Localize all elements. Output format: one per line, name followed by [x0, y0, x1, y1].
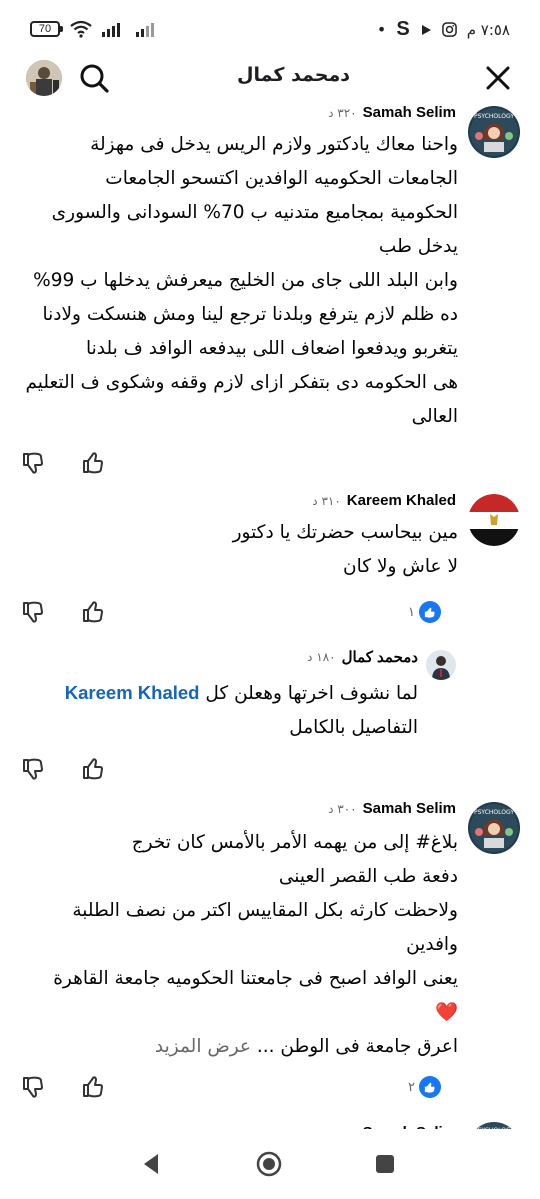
comment-line: الحكومية بمجاميع متدنيه ب 70% السودانى و… [51, 202, 458, 223]
s-icon: S [396, 18, 410, 40]
battery-icon: 70 [30, 21, 63, 37]
like-reaction-icon [418, 1076, 441, 1098]
comment-time: ٣٢٠ د [328, 105, 357, 120]
comment-line: ده ظلم لازم يترفع وبلدنا ترجع لينا ومش ه… [42, 304, 458, 325]
close-icon[interactable] [482, 62, 514, 94]
comment-line: اعرق جامعة فى الوطن ... عرض المزيد [53, 1030, 458, 1064]
back-icon[interactable] [136, 1149, 166, 1179]
reaction-count: ١ [408, 604, 415, 620]
comment-line: لما نشوف اخرتها وهعلن كل Kareem Khaled [65, 676, 418, 711]
comment-reply: دمحمد كمال ١٨٠ د لما نشوف اخرتها وهعلن ك… [15, 648, 520, 750]
battery-level: 70 [38, 23, 52, 35]
comment-line: التفاصيل بالكامل [289, 717, 418, 738]
reaction-summary[interactable]: ٢ [408, 1076, 441, 1098]
comment-author[interactable]: Samah Selim [363, 800, 456, 817]
like-icon[interactable] [80, 756, 106, 782]
instagram-icon [441, 22, 457, 37]
comment: Kareem Khaled ٣١٠ د مين بيحاسب حضرتك يا … [15, 492, 520, 604]
comment-actions: ٢ [20, 1074, 525, 1102]
clock: ٧:٥٨ م [466, 20, 510, 39]
comment-author[interactable]: Samah Selim [363, 104, 456, 121]
mention-link[interactable]: Kareem Khaled [65, 682, 200, 703]
system-nav-bar [0, 1129, 540, 1199]
heart-emoji: ❤️ [434, 1002, 458, 1023]
page-title: دمحمد كمال [237, 64, 350, 86]
comment-text: بلاغ# إلى من يهمه الأمر بالأمس كان تخرج … [53, 826, 458, 1064]
see-more-link[interactable]: عرض المزيد [155, 1036, 251, 1057]
comment: PSYCHOLOGY Samah Selim ٣٠٠ د بلاغ# إلى م… [15, 800, 520, 1072]
comment-line: مين بيحاسب حضرتك يا دكتور [232, 522, 458, 543]
comment-line: وابن البلد اللى جاى من الخليج ميعرفش يدخ… [33, 270, 458, 291]
comment-line-text: لما نشوف اخرتها وهعلن كل [205, 683, 418, 704]
svg-text:PSYCHOLOGY: PSYCHOLOGY [474, 809, 514, 816]
comment-author[interactable]: Kareem Khaled [347, 492, 456, 509]
header: دمحمد كمال [0, 56, 540, 100]
recents-icon[interactable] [370, 1149, 400, 1179]
comment-text: لما نشوف اخرتها وهعلن كل Kareem Khaled ا… [65, 676, 418, 745]
dislike-icon[interactable] [20, 450, 46, 476]
comment-actions: ١ [20, 599, 525, 627]
search-icon[interactable] [76, 60, 112, 96]
like-icon[interactable] [80, 1074, 106, 1100]
like-icon[interactable] [80, 599, 106, 625]
comment-text: واحنا معاك يادكتور ولازم الريس يدخل فى م… [25, 128, 458, 434]
comment-actions [20, 450, 525, 478]
comment-line: لا عاش ولا كان [343, 556, 458, 577]
comment-line: وافدين [406, 934, 458, 955]
comment-author[interactable]: دمحمد كمال [342, 648, 418, 666]
profile-avatar[interactable] [26, 60, 62, 96]
like-icon[interactable] [80, 450, 106, 476]
home-icon[interactable] [254, 1149, 284, 1179]
comment-actions [20, 756, 525, 784]
svg-text:PSYCHOLOGY: PSYCHOLOGY [474, 113, 514, 120]
reaction-summary[interactable]: ١ [408, 601, 441, 623]
comment-time: ١٨٠ د [307, 650, 336, 664]
comment-line: العالى [411, 406, 458, 427]
comment-line: ولاحظت كارثه بكل المقاييس اكتر من نصف ال… [72, 900, 458, 921]
dislike-icon[interactable] [20, 1074, 46, 1100]
status-bar: 70 • S ٧:٥٨ م [0, 0, 540, 60]
comment-line: دفعة طب القصر العينى [278, 866, 458, 887]
youtube-icon [421, 24, 431, 35]
comment-line: بلاغ# إلى من يهمه الأمر بالأمس كان تخرج [131, 832, 458, 853]
like-reaction-icon [418, 601, 441, 623]
comment: PSYCHOLOGY Samah Selim ٣٢٠ د واحنا معاك … [15, 104, 520, 478]
comment-line: يدخل طب [378, 236, 458, 257]
wifi-icon [70, 20, 92, 38]
comment-line: هى الحكومه دى بتفكر ازاى لازم وقفه وشكوى… [25, 372, 458, 393]
avatar[interactable]: PSYCHOLOGY [468, 106, 520, 158]
comment-text: مين بيحاسب حضرتك يا دكتور لا عاش ولا كان [233, 516, 458, 584]
comment-line: واحنا معاك يادكتور ولازم الريس يدخل فى م… [90, 134, 458, 155]
comment-line-text: اعرق جامعة فى الوطن ... [256, 1036, 458, 1057]
dislike-icon[interactable] [20, 756, 46, 782]
dislike-icon[interactable] [20, 599, 46, 625]
comment-time: ٣٠٠ د [328, 801, 357, 816]
comment-line: يعنى الوافد اصبح فى جامعتنا الحكوميه جام… [53, 968, 458, 989]
comment-line: يتغربو ويدفعوا اضعاف اللى بيدفعه الوافد … [85, 338, 458, 359]
signal-icon-2 [136, 23, 154, 37]
comment-time: ٣١٠ د [312, 493, 341, 508]
avatar[interactable]: PSYCHOLOGY [468, 802, 520, 854]
avatar[interactable] [426, 650, 456, 680]
reaction-count: ٢ [408, 1079, 415, 1095]
avatar[interactable] [468, 494, 520, 546]
signal-icon [102, 23, 120, 37]
dot-icon: • [376, 20, 387, 39]
comment-line: الجامعات الحكوميه الوافدين اكتسحو الجامع… [105, 168, 458, 189]
